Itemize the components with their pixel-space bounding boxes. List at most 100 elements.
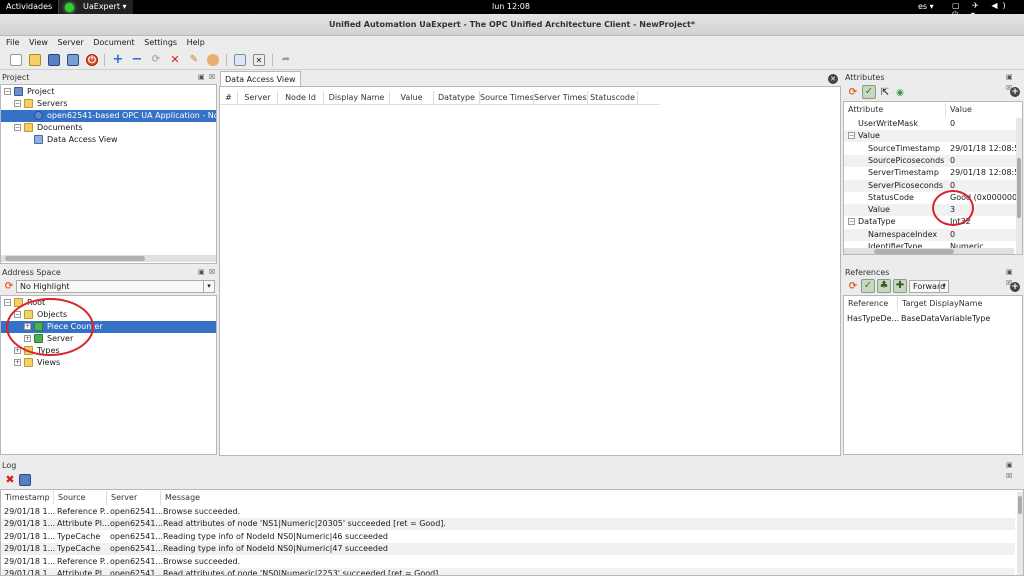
- project-hscroll[interactable]: [1, 255, 216, 262]
- log-row[interactable]: 29/01/18 1... TypeCache open62541... Readin…: [1, 543, 1015, 556]
- dav-col-header[interactable]: #: [220, 91, 238, 105]
- ref-filter-icon[interactable]: ✚: [893, 279, 907, 293]
- dav-col-header[interactable]: Server: [238, 91, 278, 105]
- address-space-tree-item[interactable]: − Root: [1, 297, 216, 309]
- dav-col-header[interactable]: Datatype: [434, 91, 480, 105]
- save-as-icon[interactable]: [67, 54, 79, 66]
- attr-hscroll[interactable]: [844, 248, 1014, 254]
- attr-refresh-icon[interactable]: ⟳: [847, 87, 859, 99]
- dav-col-header[interactable]: Value: [390, 91, 434, 105]
- attributes-buttons[interactable]: ▣ ☒: [1006, 72, 1024, 92]
- attribute-row[interactable]: SourcePicoseconds 0: [844, 154, 1016, 167]
- log-row[interactable]: 29/01/18 1... Reference P... open62541... B…: [1, 556, 1015, 568]
- address-space-tree-item[interactable]: + Views: [1, 357, 216, 369]
- log-col-timestamp[interactable]: Timestamp: [1, 491, 54, 505]
- delete-icon[interactable]: ✕: [169, 54, 181, 66]
- refresh-icon[interactable]: ⟳: [3, 281, 15, 293]
- add-server-icon[interactable]: +: [112, 53, 124, 66]
- menu-document[interactable]: Document: [93, 36, 134, 49]
- document-icon[interactable]: [234, 54, 246, 66]
- expand-icon[interactable]: +: [24, 323, 31, 330]
- dav-col-header[interactable]: Node Id: [278, 91, 324, 105]
- save-log-icon[interactable]: [19, 474, 31, 486]
- app-menu[interactable]: UaExpert ▾: [58, 0, 133, 14]
- menu-server[interactable]: Server: [57, 36, 83, 49]
- address-space-tree-item[interactable]: + Types: [1, 345, 216, 357]
- ref-tree-icon[interactable]: ♣: [877, 279, 891, 293]
- collapse-icon[interactable]: −: [14, 311, 21, 318]
- menu-settings[interactable]: Settings: [144, 36, 177, 49]
- log-col-message[interactable]: Message: [161, 491, 1011, 505]
- attr-col-attribute[interactable]: Attribute: [844, 103, 946, 117]
- address-space-tree-item[interactable]: − Objects: [1, 309, 216, 321]
- attribute-row[interactable]: − DataType Int32: [844, 216, 1016, 228]
- address-space-tree-item[interactable]: + Server: [1, 333, 216, 345]
- settings-icon[interactable]: ✎: [188, 54, 200, 66]
- log-buttons[interactable]: ▣ ☒: [1006, 460, 1024, 480]
- attribute-row[interactable]: UserWriteMask 0: [844, 118, 1016, 130]
- ref-col-reference[interactable]: Reference: [844, 297, 898, 311]
- log-col-server[interactable]: Server: [107, 491, 161, 505]
- collapse-icon[interactable]: −: [14, 124, 21, 131]
- close-tab-icon[interactable]: ✕: [828, 74, 838, 84]
- attr-add-icon[interactable]: +: [1010, 87, 1020, 97]
- project-tree-item[interactable]: Data Access View: [1, 134, 216, 146]
- attr-cursor-icon[interactable]: ⇱: [879, 87, 891, 99]
- attr-col-value[interactable]: Value: [946, 103, 1018, 117]
- attribute-row[interactable]: − Value: [844, 130, 1016, 143]
- menu-view[interactable]: View: [29, 36, 48, 49]
- activities-button[interactable]: Actividades: [6, 2, 52, 11]
- collapse-icon[interactable]: −: [14, 100, 21, 107]
- dav-col-header[interactable]: Source Timestamp: [480, 91, 534, 105]
- ref-add-icon[interactable]: +: [1010, 282, 1020, 292]
- shortcut-icon[interactable]: ➦: [280, 54, 292, 66]
- dav-col-header[interactable]: Display Name: [324, 91, 390, 105]
- attribute-row[interactable]: SourceTimestamp 29/01/18 12:08:50.: [844, 143, 1016, 155]
- address-space-tree-item[interactable]: + Piece Counter: [1, 321, 216, 333]
- attribute-row[interactable]: Value 3: [844, 204, 1016, 217]
- project-panel-buttons[interactable]: ▣ ☒: [198, 72, 216, 83]
- save-icon[interactable]: [48, 54, 60, 66]
- project-tree-item[interactable]: − Servers: [1, 98, 216, 110]
- ref-refresh-icon[interactable]: ⟳: [847, 281, 859, 293]
- collapse-icon[interactable]: −: [4, 88, 11, 95]
- dav-col-header[interactable]: Server Timestamp: [534, 91, 588, 105]
- expand-icon[interactable]: +: [14, 359, 21, 366]
- collapse-icon[interactable]: −: [848, 132, 855, 140]
- attribute-row[interactable]: StatusCode Good (0x00000000): [844, 192, 1016, 204]
- disconnect-icon[interactable]: ⏻: [86, 54, 98, 66]
- attr-monitor-icon[interactable]: ✓: [862, 85, 876, 99]
- expand-icon[interactable]: +: [14, 347, 21, 354]
- menu-file[interactable]: File: [6, 36, 19, 49]
- language-indicator[interactable]: es ▾: [918, 2, 934, 11]
- log-row[interactable]: 29/01/18 1... Reference P... open62541... B…: [1, 506, 1015, 518]
- close-document-icon[interactable]: ✕: [253, 54, 265, 66]
- highlight-select[interactable]: No Highlight ▾: [16, 280, 215, 293]
- log-vscroll[interactable]: [1017, 492, 1023, 575]
- connect-icon[interactable]: ⟳: [150, 54, 162, 66]
- clock[interactable]: lun 12:08: [492, 2, 530, 11]
- log-col-source[interactable]: Source: [54, 491, 107, 505]
- attr-record-icon[interactable]: ◉: [894, 87, 906, 99]
- reference-row[interactable]: HasTypeDe... BaseDataVariableType: [844, 313, 1022, 325]
- expand-icon[interactable]: +: [24, 335, 31, 342]
- log-row[interactable]: 29/01/18 1... Attribute Pl... open62541...…: [1, 518, 1015, 531]
- menu-help[interactable]: Help: [187, 36, 205, 49]
- attr-vscroll[interactable]: [1016, 118, 1022, 254]
- user-icon[interactable]: [207, 54, 219, 66]
- log-row[interactable]: 29/01/18 1... TypeCache open62541... Readin…: [1, 531, 1015, 543]
- tab-data-access-view[interactable]: Data Access View: [220, 71, 301, 86]
- new-icon[interactable]: [10, 54, 22, 66]
- remove-server-icon[interactable]: −: [131, 53, 143, 66]
- project-tree-item[interactable]: − Project: [1, 86, 216, 98]
- attribute-row[interactable]: ServerPicoseconds 0: [844, 179, 1016, 192]
- attribute-row[interactable]: NamespaceIndex 0: [844, 228, 1016, 241]
- direction-select[interactable]: Forward ▾: [909, 280, 949, 293]
- open-icon[interactable]: [29, 54, 41, 66]
- dav-col-header[interactable]: Statuscode: [588, 91, 638, 105]
- clear-log-icon[interactable]: ✖: [4, 474, 16, 486]
- log-row[interactable]: 29/01/18 1... Attribute Pl... open62541...…: [1, 568, 1015, 575]
- ref-monitor-icon[interactable]: ✓: [861, 279, 875, 293]
- collapse-icon[interactable]: −: [4, 299, 11, 306]
- address-space-buttons[interactable]: ▣ ☒: [198, 267, 216, 278]
